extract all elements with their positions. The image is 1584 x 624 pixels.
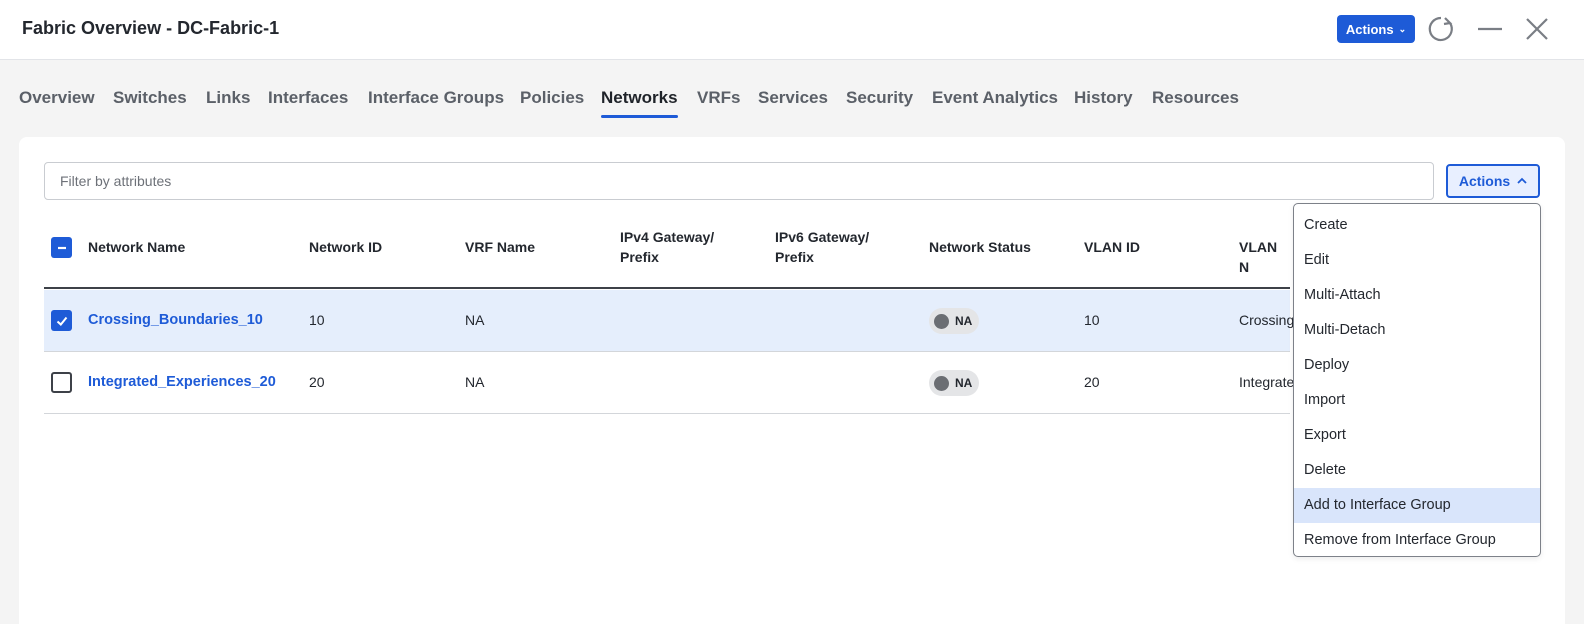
tab-security[interactable]: Security: [846, 88, 913, 108]
table-header: Network Name Network ID VRF Name IPv4 Ga…: [44, 207, 1290, 289]
tab-interfaces[interactable]: Interfaces: [268, 88, 348, 108]
menu-item-remove-from-interface-group[interactable]: Remove from Interface Group: [1294, 523, 1540, 556]
chevron-down-icon: ⌄: [1398, 23, 1407, 34]
col-vrf-name[interactable]: VRF Name: [465, 237, 535, 257]
col-ipv4-line2: Prefix: [620, 249, 659, 265]
tab-switches[interactable]: Switches: [113, 88, 187, 108]
menu-item-edit[interactable]: Edit: [1294, 243, 1540, 278]
tab-interface-groups[interactable]: Interface Groups: [368, 88, 504, 108]
title-bar: Fabric Overview - DC-Fabric-1 Actions ⌄: [0, 0, 1584, 60]
window-actions-button[interactable]: Actions ⌄: [1337, 15, 1415, 43]
network-name-link[interactable]: Integrated_Experiences_20: [88, 374, 276, 390]
row-checkbox[interactable]: [51, 372, 72, 393]
tab-policies[interactable]: Policies: [520, 88, 584, 108]
menu-item-create[interactable]: Create: [1294, 208, 1540, 243]
select-all-checkbox[interactable]: [51, 237, 72, 258]
vlan-name-cell: Crossing: [1239, 312, 1295, 328]
tab-bar: Overview Switches Links Interfaces Inter…: [0, 60, 1584, 136]
tab-services[interactable]: Services: [758, 88, 828, 108]
vrf-name-cell: NA: [465, 374, 485, 390]
vlan-id-cell: 20: [1084, 374, 1100, 390]
minimize-icon[interactable]: [1475, 14, 1505, 44]
col-network-status[interactable]: Network Status: [929, 237, 1031, 257]
status-dot-icon: [934, 313, 949, 329]
col-ipv4-line1: IPv4 Gateway/: [620, 229, 715, 245]
status-text: NA: [955, 314, 973, 328]
table-row[interactable]: Crossing_Boundaries_10 10 NA NA 10 Cross…: [44, 290, 1294, 352]
tab-resources[interactable]: Resources: [1152, 88, 1239, 108]
tab-history[interactable]: History: [1074, 88, 1133, 108]
col-network-name[interactable]: Network Name: [88, 237, 185, 257]
network-id-cell: 20: [309, 374, 325, 390]
network-name-link[interactable]: Crossing_Boundaries_10: [88, 312, 263, 328]
col-ipv6-line2: Prefix: [775, 249, 814, 265]
col-network-id[interactable]: Network ID: [309, 237, 382, 257]
chevron-up-icon: [1517, 177, 1527, 184]
close-icon[interactable]: [1522, 14, 1552, 44]
vlan-id-cell: 10: [1084, 312, 1100, 328]
tab-networks[interactable]: Networks: [601, 88, 678, 118]
menu-item-delete[interactable]: Delete: [1294, 453, 1540, 488]
menu-item-deploy[interactable]: Deploy: [1294, 348, 1540, 383]
table-row[interactable]: Integrated_Experiences_20 20 NA NA 20 In…: [44, 352, 1294, 414]
status-badge: NA: [929, 370, 979, 396]
page-title: Fabric Overview - DC-Fabric-1: [22, 18, 280, 38]
col-vlan-id[interactable]: VLAN ID: [1084, 237, 1140, 257]
menu-item-multi-detach[interactable]: Multi-Detach: [1294, 313, 1540, 348]
vlan-name-cell: Integrate: [1239, 374, 1295, 390]
network-id-cell: 10: [309, 312, 325, 328]
window-actions-label: Actions: [1345, 21, 1394, 37]
col-ipv6-gateway[interactable]: IPv6 Gateway/ Prefix: [775, 227, 869, 267]
tab-overview[interactable]: Overview: [19, 88, 95, 108]
filter-input[interactable]: [44, 162, 1434, 200]
col-vlan-name[interactable]: VLAN N: [1239, 237, 1290, 277]
menu-item-add-to-interface-group[interactable]: Add to Interface Group: [1294, 488, 1540, 523]
refresh-icon[interactable]: [1426, 14, 1456, 44]
col-ipv4-gateway[interactable]: IPv4 Gateway/ Prefix: [620, 227, 714, 267]
status-text: NA: [955, 376, 973, 390]
status-badge: NA: [929, 308, 979, 334]
actions-menu: Create Edit Multi-Attach Multi-Detach De…: [1293, 203, 1541, 557]
menu-item-export[interactable]: Export: [1294, 418, 1540, 453]
tab-vrfs[interactable]: VRFs: [697, 88, 740, 108]
menu-item-multi-attach[interactable]: Multi-Attach: [1294, 278, 1540, 313]
vrf-name-cell: NA: [465, 312, 485, 328]
table-actions-label: Actions: [1458, 173, 1511, 189]
tab-links[interactable]: Links: [206, 88, 250, 108]
menu-item-import[interactable]: Import: [1294, 383, 1540, 418]
col-ipv6-line1: IPv6 Gateway/: [775, 229, 870, 245]
row-checkbox[interactable]: [51, 310, 72, 331]
table-actions-button[interactable]: Actions: [1446, 164, 1540, 198]
status-dot-icon: [934, 375, 949, 391]
tab-event-analytics[interactable]: Event Analytics: [932, 88, 1058, 108]
